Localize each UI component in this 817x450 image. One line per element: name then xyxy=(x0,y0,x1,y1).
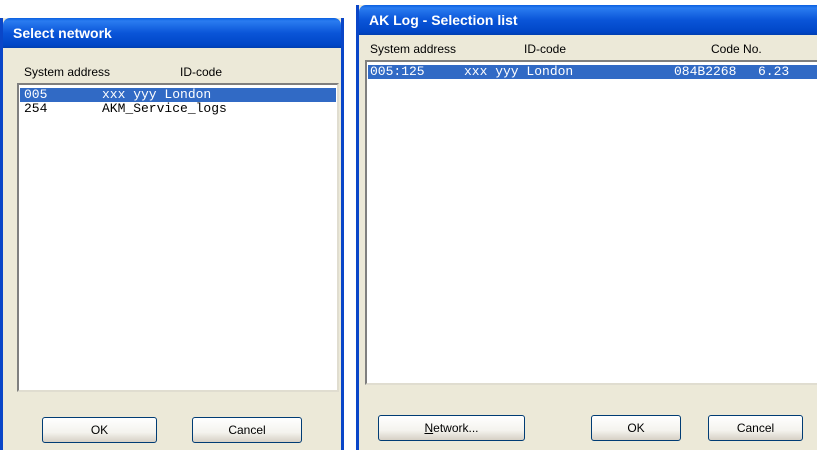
cancel-button-label: Cancel xyxy=(228,423,266,437)
cancel-button-label: Cancel xyxy=(736,421,775,435)
ok-button[interactable]: OK xyxy=(42,417,157,443)
network-button-mnemonic: N xyxy=(424,421,434,435)
select-network-window: Select network System address ID-code 00… xyxy=(0,18,344,450)
select-network-titlebar[interactable]: Select network xyxy=(3,18,341,48)
ok-button[interactable]: OK xyxy=(591,415,681,441)
list-item[interactable]: 005:125 xxx yyy London 084B2268 6.23 xyxy=(367,64,817,80)
cancel-button[interactable]: Cancel xyxy=(192,417,302,443)
column-header-system-address[interactable]: System address xyxy=(370,42,456,56)
list-item-code-no: 084B2268 xyxy=(674,64,737,79)
list-item-address: 005 xyxy=(24,87,48,102)
selection-listbox[interactable]: 005:125 xxx yyy London 084B2268 6.23 xyxy=(365,60,817,385)
list-item-address: 005:125 xyxy=(370,64,425,79)
column-header-id-code[interactable]: ID-code xyxy=(180,65,222,79)
selection-list-title: AK Log - Selection list xyxy=(369,12,518,28)
list-item-id-code: AKM_Service_logs xyxy=(102,101,227,116)
list-item[interactable]: 005 xxx yyy London xyxy=(19,87,337,103)
column-header-id-code[interactable]: ID-code xyxy=(524,42,566,56)
ok-button-label: OK xyxy=(627,421,645,435)
list-item-id-code: xxx yyy London xyxy=(102,87,212,102)
column-header-code-no[interactable]: Code No. xyxy=(711,42,762,56)
ok-button-label: OK xyxy=(90,423,109,437)
list-item[interactable]: 254 AKM_Service_logs xyxy=(20,102,336,116)
select-network-title: Select network xyxy=(13,25,112,41)
list-item-id-code: xxx yyy London xyxy=(464,64,574,79)
cancel-button[interactable]: Cancel xyxy=(708,415,803,441)
network-listbox[interactable]: 005 xxx yyy London 254 AKM_Service_logs xyxy=(17,83,339,392)
list-item-address: 254 xyxy=(24,101,48,116)
column-header-system-address[interactable]: System address xyxy=(24,65,110,79)
selection-list-window: AK Log - Selection list System address I… xyxy=(356,5,817,450)
network-button[interactable]: Network... xyxy=(378,415,525,441)
network-button-label: etwork... xyxy=(433,421,479,435)
list-item-version: 6.23 xyxy=(758,64,790,79)
selection-list-titlebar[interactable]: AK Log - Selection list xyxy=(359,5,817,35)
